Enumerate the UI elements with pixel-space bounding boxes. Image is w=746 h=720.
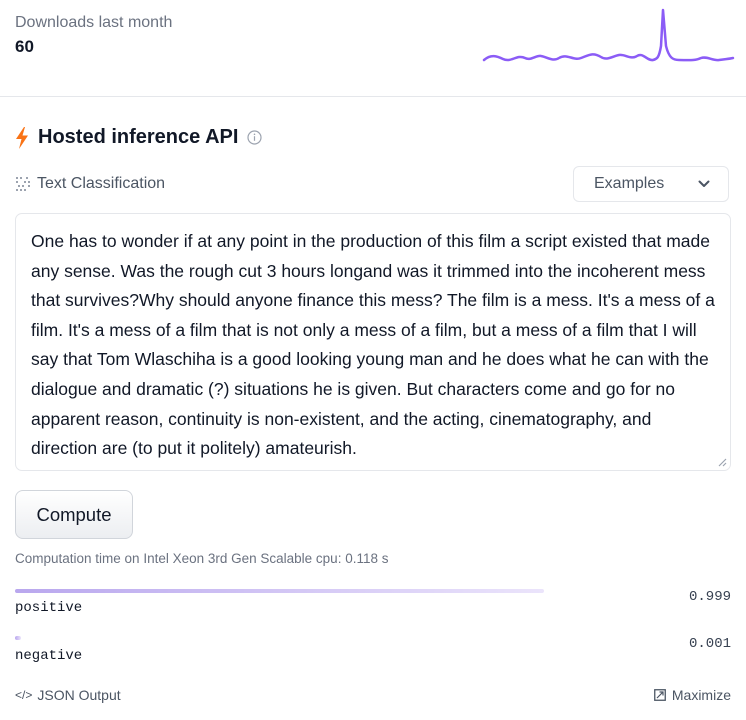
inference-header: Hosted inference API bbox=[15, 126, 263, 149]
section-divider bbox=[0, 96, 746, 97]
examples-dropdown[interactable]: Examples bbox=[573, 166, 729, 202]
info-icon[interactable] bbox=[247, 130, 263, 145]
classification-icon bbox=[16, 177, 30, 191]
downloads-value: 60 bbox=[15, 37, 34, 56]
compute-button[interactable]: Compute bbox=[15, 490, 133, 539]
result-bar-negative bbox=[15, 636, 22, 640]
json-output-toggle[interactable]: </> JSON Output bbox=[15, 687, 121, 703]
result-bar-track bbox=[15, 636, 545, 640]
maximize-label: Maximize bbox=[671, 687, 731, 703]
json-output-label: JSON Output bbox=[37, 687, 121, 703]
chevron-down-icon bbox=[698, 180, 710, 187]
result-score: 0.999 bbox=[688, 589, 731, 605]
examples-label: Examples bbox=[594, 175, 665, 192]
task-type: Text Classification bbox=[15, 175, 165, 193]
result-label: negative bbox=[15, 648, 83, 664]
code-icon: </> bbox=[15, 688, 33, 702]
maximize-button[interactable]: Maximize bbox=[653, 687, 731, 703]
computation-time: Computation time on Intel Xeon 3rd Gen S… bbox=[15, 551, 389, 566]
downloads-sparkline bbox=[482, 8, 735, 62]
inference-title: Hosted inference API bbox=[38, 126, 239, 148]
input-text: One has to wonder if at any point in the… bbox=[31, 231, 715, 459]
maximize-icon bbox=[653, 689, 666, 701]
task-label: Text Classification bbox=[37, 175, 166, 192]
input-textarea[interactable]: One has to wonder if at any point in the… bbox=[15, 213, 731, 471]
result-bar-track bbox=[15, 589, 545, 593]
result-bar-positive bbox=[15, 589, 545, 593]
resize-handle-icon[interactable] bbox=[718, 458, 727, 467]
lightning-icon bbox=[16, 126, 28, 149]
result-score: 0.001 bbox=[688, 636, 731, 652]
downloads-label: Downloads last month bbox=[15, 14, 173, 31]
result-label: positive bbox=[15, 600, 83, 616]
